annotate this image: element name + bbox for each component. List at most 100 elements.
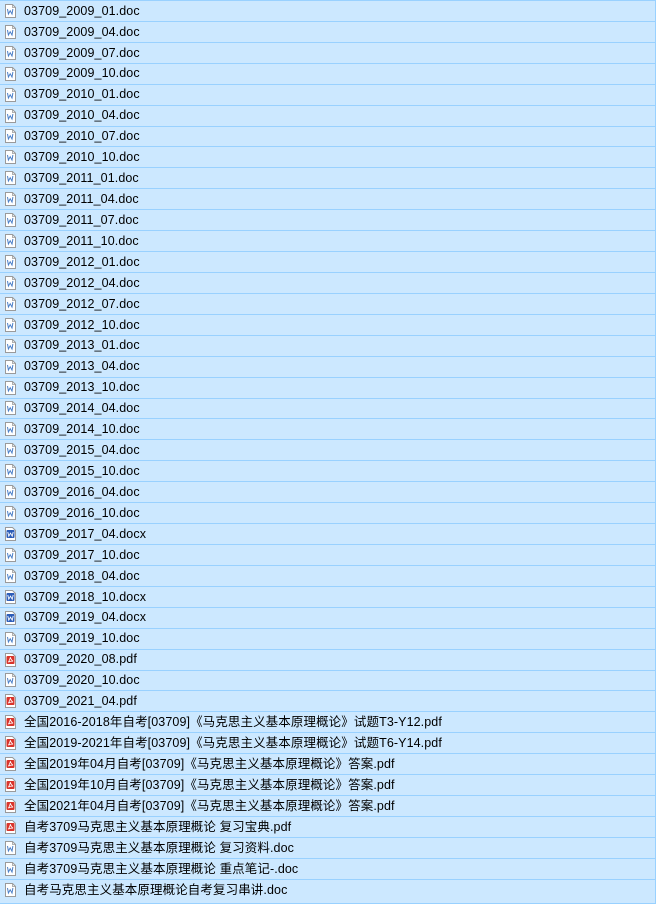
file-row[interactable]: 03709_2012_01.doc — [0, 252, 655, 273]
file-row[interactable]: 全国2019年10月自考[03709]《马克思主义基本原理概论》答案.pdf — [0, 775, 655, 797]
file-name: 03709_2021_04.pdf — [24, 694, 137, 709]
file-name: 自考3709马克思主义基本原理概论 复习宝典.pdf — [24, 819, 292, 834]
file-row[interactable]: 03709_2021_04.pdf — [0, 691, 655, 713]
file-row[interactable]: 03709_2009_10.doc — [0, 64, 655, 85]
file-row[interactable]: 全国2019-2021年自考[03709]《马克思主义基本原理概论》试题T6-Y… — [0, 733, 655, 755]
docx-icon — [5, 610, 16, 625]
file-row[interactable]: 03709_2010_07.doc — [0, 127, 655, 148]
file-name: 03709_2012_01.doc — [24, 254, 140, 269]
file-row[interactable]: 03709_2011_07.doc — [0, 210, 655, 232]
file-name: 03709_2017_04.docx — [24, 526, 147, 541]
doc-icon — [5, 883, 16, 898]
file-name: 自考3709马克思主义基本原理概论 重点笔记-.doc — [24, 861, 299, 876]
doc-icon — [5, 24, 16, 39]
file-row[interactable]: 03709_2020_10.doc — [0, 671, 655, 692]
file-row[interactable]: 03709_2009_01.doc — [0, 1, 655, 22]
file-name: 03709_2009_04.doc — [24, 24, 140, 39]
file-row[interactable]: 自考3709马克思主义基本原理概论 重点笔记-.doc — [0, 859, 655, 880]
doc-icon — [5, 568, 16, 583]
doc-icon — [5, 840, 16, 855]
file-name: 03709_2015_10.doc — [24, 463, 140, 478]
doc-icon — [5, 673, 16, 688]
file-name: 03709_2009_10.doc — [24, 66, 140, 81]
file-name: 03709_2014_10.doc — [24, 422, 140, 437]
doc-icon — [5, 861, 16, 876]
file-row[interactable]: 03709_2011_10.doc — [0, 231, 655, 253]
file-name: 03709_2009_07.doc — [24, 45, 140, 60]
doc-icon — [5, 3, 16, 18]
doc-icon — [5, 129, 16, 144]
doc-icon — [5, 234, 16, 249]
doc-icon — [5, 213, 16, 228]
file-row[interactable]: 全国2021年04月自考[03709]《马克思主义基本原理概论》答案.pdf — [0, 796, 655, 817]
file-name: 03709_2014_04.doc — [24, 401, 140, 416]
doc-icon — [5, 317, 16, 332]
file-row[interactable]: 03709_2015_10.doc — [0, 461, 655, 483]
doc-icon — [5, 66, 16, 81]
file-row[interactable]: 03709_2016_04.doc — [0, 482, 655, 504]
doc-icon — [5, 631, 16, 646]
file-name: 03709_2011_01.doc — [24, 171, 139, 186]
file-name: 03709_2012_10.doc — [24, 317, 140, 332]
file-name: 03709_2016_10.doc — [24, 505, 140, 520]
file-row[interactable]: 03709_2012_04.doc — [0, 273, 655, 294]
file-row[interactable]: 自考马克思主义基本原理概论自考复习串讲.doc — [0, 880, 655, 901]
doc-icon — [5, 275, 16, 290]
doc-icon — [5, 547, 16, 562]
file-row[interactable]: 03709_2010_10.doc — [0, 147, 655, 169]
file-row[interactable]: 03709_2018_04.doc — [0, 566, 655, 587]
file-row[interactable]: 03709_2019_04.docx — [0, 608, 655, 629]
pdf-icon — [5, 694, 16, 709]
file-row[interactable]: 03709_2009_07.doc — [0, 43, 655, 64]
doc-icon — [5, 359, 16, 374]
file-row[interactable]: 03709_2017_10.doc — [0, 545, 655, 566]
file-row[interactable]: 03709_2013_04.doc — [0, 357, 655, 378]
file-name: 全国2019-2021年自考[03709]《马克思主义基本原理概论》试题T6-Y… — [24, 735, 442, 750]
file-row[interactable]: 03709_2010_04.doc — [0, 106, 655, 127]
file-row[interactable]: 03709_2015_04.doc — [0, 440, 655, 462]
file-row[interactable]: 03709_2013_01.doc — [0, 336, 655, 357]
doc-icon — [5, 506, 16, 521]
file-name: 03709_2017_10.doc — [24, 547, 140, 562]
file-name: 03709_2016_04.doc — [24, 484, 140, 499]
pdf-icon — [5, 798, 16, 813]
file-row[interactable]: 03709_2011_04.doc — [0, 189, 655, 211]
file-row[interactable]: 03709_2012_07.doc — [0, 294, 655, 315]
file-row[interactable]: 自考3709马克思主义基本原理概论 复习宝典.pdf — [0, 817, 655, 838]
file-name: 03709_2010_04.doc — [24, 108, 140, 123]
file-row[interactable]: 自考3709马克思主义基本原理概论 复习资料.doc — [0, 838, 655, 859]
file-row[interactable]: 03709_2013_10.doc — [0, 378, 655, 399]
doc-icon — [5, 422, 16, 437]
file-row[interactable]: 03709_2014_10.doc — [0, 419, 655, 441]
doc-icon — [5, 464, 16, 479]
file-list[interactable]: 03709_2009_01.doc 03709_2009_04.doc 0370… — [0, 0, 656, 904]
file-row[interactable]: 03709_2009_04.doc — [0, 22, 655, 43]
file-row[interactable]: 全国2016-2018年自考[03709]《马克思主义基本原理概论》试题T3-Y… — [0, 712, 655, 734]
file-row[interactable]: 03709_2020_08.pdf — [0, 650, 655, 671]
file-name: 自考3709马克思主义基本原理概论 复习资料.doc — [24, 840, 295, 855]
file-row[interactable]: 03709_2010_01.doc — [0, 85, 655, 106]
file-row[interactable]: 03709_2019_10.doc — [0, 629, 655, 650]
pdf-icon — [5, 757, 16, 772]
pdf-icon — [5, 715, 16, 730]
doc-icon — [5, 171, 16, 186]
file-name: 全国2016-2018年自考[03709]《马克思主义基本原理概论》试题T3-Y… — [24, 715, 442, 730]
file-name: 03709_2019_04.docx — [24, 610, 147, 625]
file-name: 03709_2013_04.doc — [24, 359, 140, 374]
doc-icon — [5, 485, 16, 500]
file-name: 全国2019年10月自考[03709]《马克思主义基本原理概论》答案.pdf — [24, 777, 395, 792]
file-row[interactable]: 03709_2017_04.docx — [0, 524, 655, 545]
file-name: 03709_2009_01.doc — [24, 3, 140, 18]
docx-icon — [5, 589, 16, 604]
file-row[interactable]: 全国2019年04月自考[03709]《马克思主义基本原理概论》答案.pdf — [0, 754, 655, 776]
file-row[interactable]: 03709_2016_10.doc — [0, 503, 655, 525]
file-name: 全国2021年04月自考[03709]《马克思主义基本原理概论》答案.pdf — [24, 798, 395, 813]
file-row[interactable]: 03709_2011_01.doc — [0, 168, 655, 190]
file-name: 全国2019年04月自考[03709]《马克思主义基本原理概论》答案.pdf — [24, 756, 395, 771]
file-row[interactable]: 03709_2018_10.docx — [0, 587, 655, 608]
file-name: 03709_2013_01.doc — [24, 338, 140, 353]
file-row[interactable]: 03709_2014_04.doc — [0, 399, 655, 420]
doc-icon — [5, 443, 16, 458]
file-name: 03709_2011_04.doc — [24, 192, 139, 206]
file-row[interactable]: 03709_2012_10.doc — [0, 315, 655, 336]
